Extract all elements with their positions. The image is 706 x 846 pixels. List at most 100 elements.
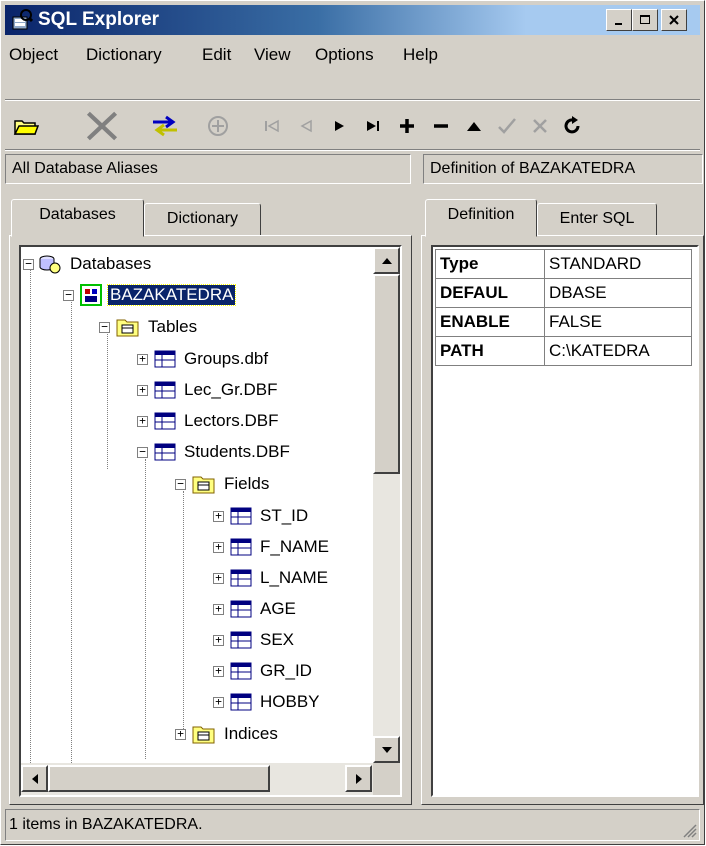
status-bar: 1 items in BAZAKATEDRA.	[5, 809, 700, 841]
tree-node-table[interactable]: − Students.DBF	[137, 437, 292, 467]
menu-dictionary[interactable]: Dictionary	[86, 45, 162, 65]
tree-node-table[interactable]: + Lectors.DBF	[137, 406, 280, 436]
tab-dictionary[interactable]: Dictionary	[144, 203, 261, 237]
tree-node-table[interactable]: + Lec_Gr.DBF	[137, 375, 280, 405]
swap-button[interactable]	[148, 110, 182, 142]
next-button[interactable]	[323, 110, 357, 142]
tree-node-bazakatedra[interactable]: − BAZAKATEDRA	[63, 280, 237, 310]
collapse-icon[interactable]: −	[23, 258, 34, 270]
tab-enter-sql[interactable]: Enter SQL	[537, 203, 657, 237]
expand-icon[interactable]: +	[137, 415, 148, 427]
close-button[interactable]	[661, 9, 687, 31]
expand-icon[interactable]: +	[213, 665, 224, 677]
delete-button[interactable]	[85, 110, 119, 142]
scroll-up-button[interactable]	[373, 247, 400, 274]
checkmark-disabled-icon	[498, 118, 516, 134]
open-button[interactable]	[9, 110, 43, 142]
plus-icon	[400, 119, 414, 133]
definition-table: Type STANDARD DEFAUL DBASE ENABLE FALSE …	[435, 249, 692, 366]
collapse-icon[interactable]: −	[137, 446, 148, 458]
tree-node-indices[interactable]: + Indices	[175, 719, 280, 749]
tree-label: Tables	[148, 317, 198, 336]
expand-icon[interactable]: +	[137, 384, 148, 396]
tree-node-field[interactable]: + HOBBY	[213, 687, 322, 717]
scroll-thumb[interactable]	[48, 765, 270, 792]
scroll-down-button[interactable]	[373, 736, 400, 763]
collapse-icon[interactable]: −	[63, 289, 74, 301]
property-value[interactable]: STANDARD	[544, 249, 692, 279]
database-alias-icon	[80, 284, 102, 306]
menu-view[interactable]: View	[254, 45, 291, 65]
expand-icon[interactable]: +	[213, 603, 224, 615]
delete-record-button[interactable]	[424, 110, 458, 142]
database-tree[interactable]: − Databases − BAZAKATEDRA − Tables + Gro…	[19, 245, 402, 797]
tree-label: GR_ID	[260, 661, 312, 680]
maximize-icon	[640, 15, 650, 24]
field-icon	[230, 662, 252, 680]
tree-node-fields[interactable]: − Fields	[175, 469, 271, 499]
tree-vertical-scrollbar[interactable]	[373, 247, 400, 763]
expand-icon[interactable]: +	[213, 634, 224, 646]
table-row[interactable]: Type STANDARD	[435, 249, 692, 279]
cancel-button[interactable]	[523, 110, 557, 142]
prior-button[interactable]	[289, 110, 323, 142]
menu-object[interactable]: Object	[9, 45, 58, 65]
minimize-button[interactable]	[606, 9, 632, 31]
property-name: ENABLE	[435, 307, 545, 337]
tab-databases[interactable]: Databases	[11, 199, 144, 237]
property-value[interactable]: C:\KATEDRA	[544, 336, 692, 366]
scroll-right-button[interactable]	[345, 765, 372, 792]
table-row[interactable]: ENABLE FALSE	[435, 307, 692, 337]
tree-node-table[interactable]: + Groups.dbf	[137, 344, 270, 374]
last-button[interactable]	[356, 110, 390, 142]
up-arrow-icon	[381, 257, 392, 264]
apply-disabled-icon	[208, 116, 228, 136]
tab-definition[interactable]: Definition	[425, 199, 537, 237]
scroll-thumb[interactable]	[373, 274, 400, 474]
expand-icon[interactable]: +	[213, 510, 224, 522]
edit-button[interactable]	[457, 110, 491, 142]
first-button[interactable]	[255, 110, 289, 142]
window-title: SQL Explorer	[38, 9, 160, 30]
scroll-left-button[interactable]	[21, 765, 48, 792]
tree-node-field[interactable]: + GR_ID	[213, 656, 314, 686]
property-value[interactable]: FALSE	[544, 307, 692, 337]
menu-edit[interactable]: Edit	[202, 45, 231, 65]
tree-node-field[interactable]: + ST_ID	[213, 501, 310, 531]
tree-node-field[interactable]: + SEX	[213, 625, 296, 655]
definition-grid[interactable]: Type STANDARD DEFAUL DBASE ENABLE FALSE …	[431, 245, 699, 797]
minus-icon	[434, 124, 448, 128]
title-bar[interactable]: SQL Explorer	[5, 5, 700, 35]
tree-node-field[interactable]: + AGE	[213, 594, 298, 624]
insert-button[interactable]	[390, 110, 424, 142]
expand-icon[interactable]: +	[213, 572, 224, 584]
menu-options[interactable]: Options	[315, 45, 374, 65]
tree-node-databases[interactable]: − Databases	[23, 249, 153, 279]
field-icon	[230, 631, 252, 649]
maximize-button[interactable]	[632, 9, 658, 31]
expand-icon[interactable]: +	[175, 728, 186, 740]
table-row[interactable]: PATH C:\KATEDRA	[435, 336, 692, 366]
table-row[interactable]: DEFAUL DBASE	[435, 278, 692, 308]
post-button[interactable]	[490, 110, 524, 142]
expand-icon[interactable]: +	[137, 353, 148, 365]
tree-label: Databases	[70, 254, 152, 273]
scroll-corner	[373, 763, 400, 795]
property-value[interactable]: DBASE	[544, 278, 692, 308]
up-triangle-icon	[467, 122, 481, 131]
apply-button[interactable]	[201, 110, 235, 142]
tree-node-field[interactable]: + L_NAME	[213, 563, 330, 593]
menu-help[interactable]: Help	[403, 45, 438, 65]
tree-node-tables[interactable]: − Tables	[99, 312, 199, 342]
refresh-button[interactable]	[556, 110, 590, 142]
tree-node-field[interactable]: + F_NAME	[213, 532, 331, 562]
size-grip-icon[interactable]	[681, 822, 697, 838]
tree-label: SEX	[260, 630, 295, 649]
tree-horizontal-scrollbar[interactable]	[21, 763, 373, 795]
tree-label: Lectors.DBF	[184, 411, 279, 430]
expand-icon[interactable]: +	[213, 541, 224, 553]
expand-icon[interactable]: +	[213, 696, 224, 708]
collapse-icon[interactable]: −	[175, 478, 186, 490]
collapse-icon[interactable]: −	[99, 321, 110, 333]
field-icon	[230, 569, 252, 587]
